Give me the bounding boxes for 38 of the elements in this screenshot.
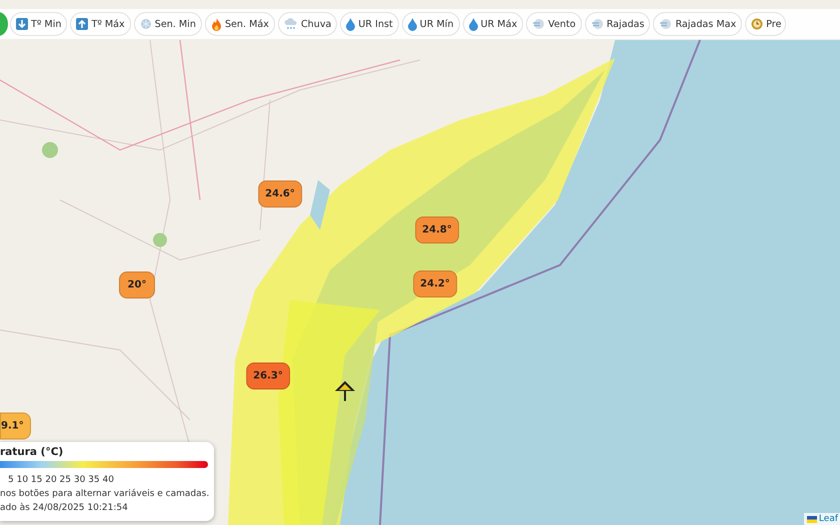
- wind-icon: [590, 18, 604, 30]
- temperature-marker[interactable]: 24.8°: [415, 216, 459, 244]
- variable-button[interactable]: Rajadas Max: [653, 12, 742, 36]
- flag-icon: [806, 516, 817, 522]
- fire-icon: [210, 18, 222, 30]
- down-arrow-icon: [16, 18, 28, 30]
- variable-button[interactable]: Sen. Min: [134, 12, 202, 36]
- variable-button[interactable]: Chuva: [278, 12, 338, 36]
- variable-button[interactable]: UR Mín: [402, 12, 460, 36]
- variable-button[interactable]: Tº Min: [10, 12, 68, 36]
- variable-button[interactable]: Rajadas: [584, 12, 650, 36]
- temperature-marker[interactable]: 26.3°: [246, 362, 290, 390]
- up-arrow-icon: [76, 18, 88, 30]
- update-time: ado às 24/08/2025 10:21:54: [0, 502, 129, 515]
- scale-labels: 5 10 15 20 25 30 35 40: [7, 474, 115, 487]
- attribution-link[interactable]: Leaf: [804, 513, 840, 525]
- temperature-marker[interactable]: 24.2°: [413, 270, 457, 298]
- variable-button[interactable]: Tº Máx: [70, 12, 131, 36]
- temperature-marker[interactable]: 24.6°: [258, 180, 302, 208]
- warning-sign-icon[interactable]: [334, 380, 356, 402]
- water-drop-icon: [408, 18, 417, 30]
- clock-icon: [751, 18, 764, 30]
- attribution-text[interactable]: Leaf: [818, 514, 838, 524]
- wind-icon: [659, 18, 672, 30]
- legend-hint: nos botões para alternar variáveis e camadas.: [0, 488, 208, 501]
- variable-button[interactable]: UR Inst: [340, 12, 399, 36]
- water-drop-icon: [468, 18, 478, 30]
- variable-button[interactable]: Sen. Máx: [204, 12, 275, 36]
- snowflake-icon: [140, 18, 152, 30]
- temperature-marker[interactable]: 20°: [119, 272, 155, 298]
- legend-title: ratura (°C): [0, 446, 64, 458]
- variable-button[interactable]: Vento: [526, 12, 582, 36]
- wind-icon: [532, 18, 546, 30]
- water-drop-icon: [346, 18, 356, 30]
- variable-button[interactable]: Pre: [745, 12, 786, 36]
- variable-button[interactable]: UR Máx: [462, 12, 524, 36]
- rain-cloud-icon: [284, 18, 298, 30]
- temperature-marker[interactable]: 9.1°: [0, 412, 31, 440]
